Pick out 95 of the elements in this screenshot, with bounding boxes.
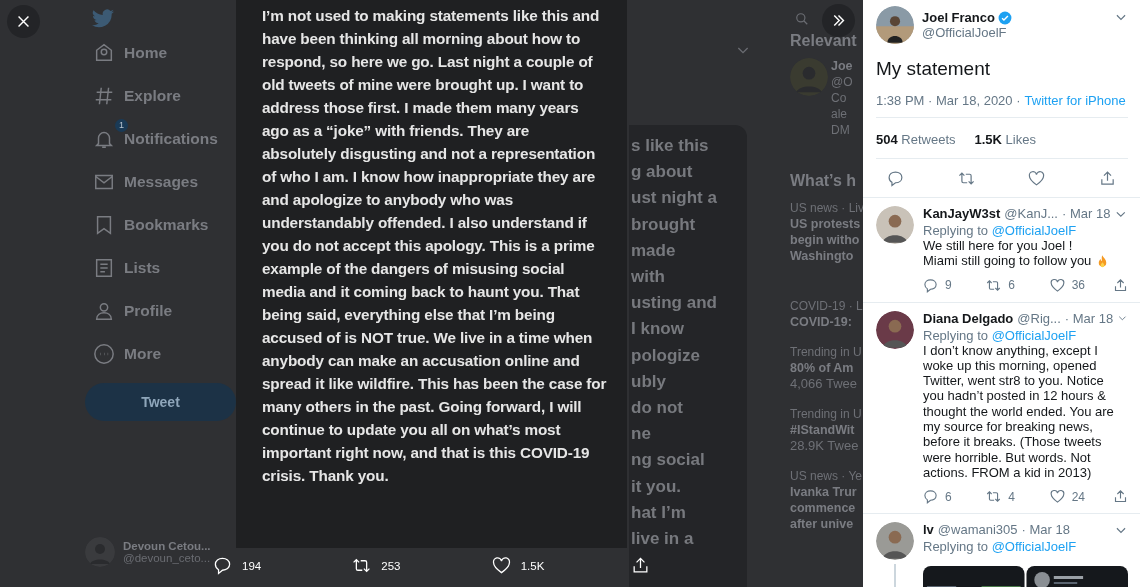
reply-text: I don’t know anything, except I woke up this morning, opened Twitter, went str8 to you. Notice you hadn’t posted in 12 hours & thought the world ended. You are my source for breaking news, before it breaks. (Those tweets were horrible. But words. Not actions. FROM a kid in 2013) — [923, 342, 1115, 481]
author-name[interactable]: Joel Franco — [922, 10, 995, 25]
reply-date[interactable]: · Mar 18 — [1062, 206, 1111, 221]
statement-fragment: ng social — [630, 449, 706, 472]
close-button[interactable] — [7, 5, 40, 38]
statement-fragment: usting and — [630, 292, 718, 315]
nav-link[interactable]: Bookmarks — [124, 215, 209, 234]
statement-fragment: ubly — [630, 370, 667, 393]
profile-text: Co — [831, 90, 848, 106]
section-heading: Relevant — [790, 32, 858, 50]
reply-count: 6 — [945, 489, 952, 504]
author-name[interactable]: Diana Delgado — [923, 310, 1014, 326]
trend-title[interactable]: after unive — [790, 516, 863, 532]
trend-title[interactable]: #IStandWit — [790, 422, 863, 438]
home-icon[interactable] — [93, 41, 115, 64]
statement-fragment: with — [630, 266, 666, 288]
nav-link[interactable]: Messages — [124, 172, 199, 191]
statement-fragment: hat I’m — [630, 501, 687, 524]
statement-fragment: live in a — [630, 528, 695, 551]
share-icon[interactable] — [631, 556, 650, 575]
statement-text: I’m not used to making statements like this and have been thinking all morning about how to respond, so here we go. Last night a couple of old tweets of mine were brought up. I want to address those first. I made them many years ago as a “joke” with friends. They are absolutely disgusting and not a representation of who I am. I know how inappropriate they are and apologize to anybody who was understandably offended. I also understand if you do not accept this apology. This is a prime example of the dangers of misusing social media and it coming back to haunt you. That being said, everything else that I’m being accused of is NOT true. We live in a time when anybody can make an accusation online and spread it like wildfire. This has been the case for many others in the past. Going forward, I will continue to update you all on what’s most important right now, and that is this COVID-19 crisis. Thank you. — [262, 6, 607, 486]
trend-title[interactable]: Washingto — [790, 248, 863, 264]
like-count: 36 — [1071, 278, 1085, 293]
section-heading: What’s h — [790, 172, 858, 190]
timestamp[interactable]: 1:38 PM · Mar 18, 2020 · — [876, 93, 1021, 108]
trend-context: COVID-19 · L — [790, 298, 863, 314]
statement-fragment: ust night a — [630, 187, 718, 210]
trend-title[interactable]: begin witho — [790, 232, 863, 248]
replying-label: Replying to — [923, 223, 989, 238]
avatar[interactable] — [876, 310, 914, 349]
statement-fragment: g about — [630, 161, 694, 184]
statement-fragment: brought — [630, 213, 697, 236]
statement-fragment: it you. — [630, 475, 683, 498]
tweet-button[interactable]: Tweet — [85, 383, 236, 421]
statement-fragment: do not — [630, 397, 684, 420]
avatar[interactable] — [876, 6, 914, 44]
mention-link[interactable]: @OfficialJoelF — [991, 539, 1077, 555]
trend-count: 4,066 Twee — [790, 376, 858, 392]
avatar[interactable] — [876, 206, 914, 244]
trend-context: Trending in U — [790, 344, 863, 360]
trend-count: 28.9K Twee — [790, 438, 860, 454]
author-handle[interactable]: @Rig... — [1017, 310, 1061, 326]
profile-text: DM — [831, 122, 851, 138]
nav-link[interactable]: Explore — [124, 86, 181, 105]
trend-title[interactable]: commence — [790, 500, 863, 516]
retweet-count: 6 — [1008, 278, 1015, 293]
profile-text: ale — [831, 106, 848, 122]
author-handle[interactable]: @KanJ... — [1004, 206, 1058, 221]
account-name: Devoun Cetou... — [123, 540, 211, 552]
reply-date[interactable]: · Mar 18 — [1064, 310, 1114, 326]
trend-title[interactable]: COVID-19: — [790, 314, 863, 330]
source-link[interactable]: Twitter for iPhone — [1024, 93, 1126, 108]
action-count: 253 — [381, 559, 401, 572]
list-icon[interactable] — [93, 256, 115, 279]
account-handle: @devoun_ceto... — [123, 552, 211, 564]
retweets-stat[interactable]: 504 Retweets — [876, 132, 956, 147]
notification-badge: 1 — [115, 118, 128, 132]
nav-link[interactable]: Lists — [124, 258, 161, 277]
mention-link[interactable]: @OfficialJoelF — [991, 327, 1077, 343]
profile-text: @O — [831, 74, 853, 90]
author-name[interactable]: KanJayW3st — [923, 206, 1001, 221]
action-count: 1.5K — [520, 559, 545, 572]
mention-link[interactable]: @OfficialJoelF — [991, 223, 1077, 238]
author-handle[interactable]: @OfficialJoelF — [922, 25, 1106, 40]
trend-title[interactable]: Ivanka Trur — [790, 484, 863, 500]
statement-fragment: pologize — [630, 344, 701, 367]
trend-context: Trending in U — [790, 406, 863, 422]
search-icon[interactable] — [795, 12, 809, 26]
avatar[interactable] — [876, 522, 914, 561]
retweet-count: 4 — [1008, 489, 1015, 504]
author-name[interactable]: lv — [923, 522, 934, 538]
trend-title[interactable]: US protests — [790, 216, 863, 232]
likes-stat[interactable]: 1.5K Likes — [974, 132, 1036, 147]
reply-date[interactable]: · Mar 18 — [1021, 522, 1070, 538]
statement-fragment: ne — [630, 423, 652, 446]
nav-link[interactable]: Notifications — [124, 129, 218, 148]
more-icon[interactable] — [93, 342, 115, 365]
nav-link[interactable]: Profile — [124, 301, 173, 320]
reply-text: We still here for you Joel ! Miami still going to follow you — [923, 238, 1092, 269]
trend-context: US news · Ye — [790, 468, 863, 484]
replying-label: Replying to — [923, 539, 989, 555]
replying-label: Replying to — [923, 327, 989, 343]
statement-fragment: s like this — [630, 135, 710, 157]
statement-fragment: made — [630, 239, 677, 262]
trend-title[interactable]: 80% of Am — [790, 360, 863, 376]
nav-link[interactable]: Home — [124, 43, 168, 62]
tweet-text: My statement — [876, 58, 992, 80]
action-count: 194 — [242, 559, 262, 572]
retweet-icon[interactable] — [352, 556, 372, 575]
author-handle[interactable]: @wamani305 — [937, 522, 1018, 538]
profile-text: Joe — [831, 58, 853, 74]
statement-fragment: I know — [630, 318, 685, 341]
nav-link[interactable]: More — [124, 344, 162, 363]
like-count: 24 — [1071, 489, 1085, 504]
reply-count: 9 — [945, 278, 952, 293]
